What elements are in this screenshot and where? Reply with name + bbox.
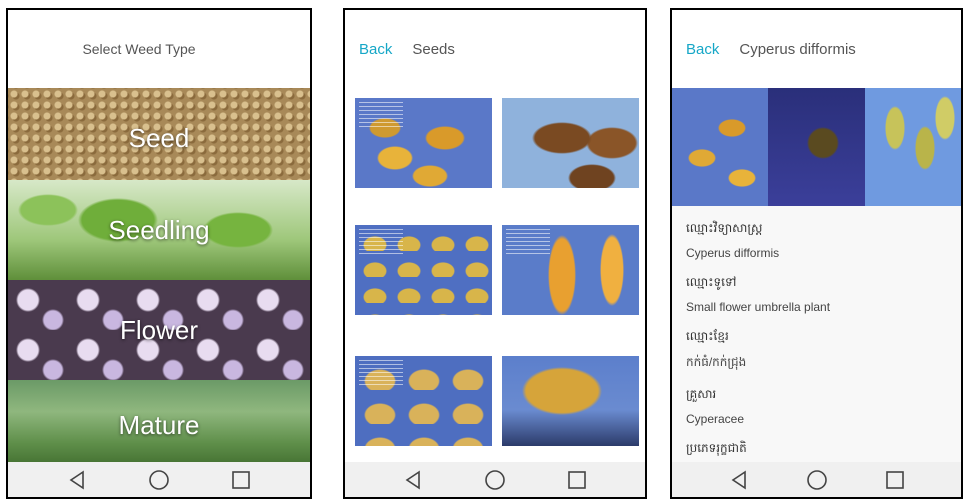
species-info-list: ឈ្មោះវិទ្យាសាស្ត្រ Cyperus difformis ឈ្ម… (672, 206, 961, 462)
field-label: ឈ្មោះទូទៅ (686, 275, 737, 289)
field-label: ប្រភេទរុក្ខជាតិ (686, 441, 747, 455)
image-caption (359, 360, 403, 388)
field-value: កក់ធំ/កក់ជ្រុង (686, 355, 747, 369)
back-button[interactable]: Back (686, 41, 719, 58)
field-value: Small flower umbrella plant (686, 300, 831, 314)
nav-recents-icon[interactable] (885, 470, 905, 490)
category-seedling[interactable]: Seedling (8, 180, 310, 280)
info-scientific-name: ឈ្មោះវិទ្យាសាស្ត្រ Cyperus difformis (686, 220, 947, 260)
image-caption (359, 229, 403, 257)
category-label: Seed (128, 122, 190, 153)
category-seed[interactable]: Seed (8, 88, 310, 188)
system-nav-bar (345, 462, 645, 497)
nav-recents-icon[interactable] (231, 470, 251, 490)
page-title: Cyperus difformis (739, 40, 856, 58)
seed-image[interactable] (355, 225, 492, 315)
nav-back-icon[interactable] (729, 470, 749, 490)
seed-image[interactable] (502, 356, 639, 446)
nav-recents-icon[interactable] (567, 470, 587, 490)
info-family: គ្រួសារ Cyperacee (686, 386, 947, 426)
phone-screen-seeds: Back Seeds (343, 8, 647, 499)
page-title: Select Weed Type (82, 41, 196, 57)
species-image[interactable] (768, 88, 865, 206)
image-caption (359, 102, 403, 130)
category-label: Flower (119, 314, 198, 345)
back-button[interactable]: Back (359, 41, 392, 58)
field-label: គ្រួសារ (686, 387, 717, 401)
system-nav-bar (8, 462, 310, 497)
info-common-name: ឈ្មោះទូទៅ Small flower umbrella plant (686, 274, 947, 314)
info-khmer-name: ឈ្មោះខ្មែរ កក់ធំ/កក់ជ្រុង (686, 328, 947, 372)
species-image-banner[interactable] (672, 88, 961, 206)
image-caption (506, 229, 550, 257)
category-mature[interactable]: Mature (8, 380, 310, 470)
nav-back-icon[interactable] (67, 470, 87, 490)
species-image[interactable] (672, 88, 769, 206)
nav-home-icon[interactable] (806, 469, 828, 491)
field-label: ឈ្មោះខ្មែរ (686, 329, 729, 343)
app-bar: Select Weed Type (8, 10, 310, 88)
seed-image[interactable] (502, 225, 639, 315)
nav-home-icon[interactable] (148, 469, 170, 491)
system-nav-bar (672, 462, 961, 497)
phone-screen-species-detail: Back Cyperus difformis ឈ្មោះវិទ្យាសាស្ត្… (670, 8, 963, 499)
nav-back-icon[interactable] (403, 470, 423, 490)
species-image[interactable] (864, 88, 961, 206)
field-value: Cyperus difformis (686, 246, 780, 260)
seed-image[interactable] (355, 98, 492, 188)
page-title: Seeds (412, 40, 455, 58)
nav-home-icon[interactable] (484, 469, 506, 491)
seed-image[interactable] (355, 356, 492, 446)
app-bar: Back Seeds (345, 10, 645, 88)
field-label: ឈ្មោះវិទ្យាសាស្ត្រ (686, 221, 763, 235)
app-bar: Back Cyperus difformis (672, 10, 961, 88)
category-flower[interactable]: Flower (8, 280, 310, 380)
seed-image[interactable] (502, 98, 639, 188)
category-label: Seedling (108, 214, 210, 245)
phone-screen-select-weed-type: Select Weed Type Seed Seedling Flower Ma… (6, 8, 312, 499)
category-label: Mature (118, 409, 200, 440)
field-value: Cyperacee (686, 412, 745, 426)
info-plant-type: ប្រភេទរុក្ខជាតិ (686, 440, 947, 458)
